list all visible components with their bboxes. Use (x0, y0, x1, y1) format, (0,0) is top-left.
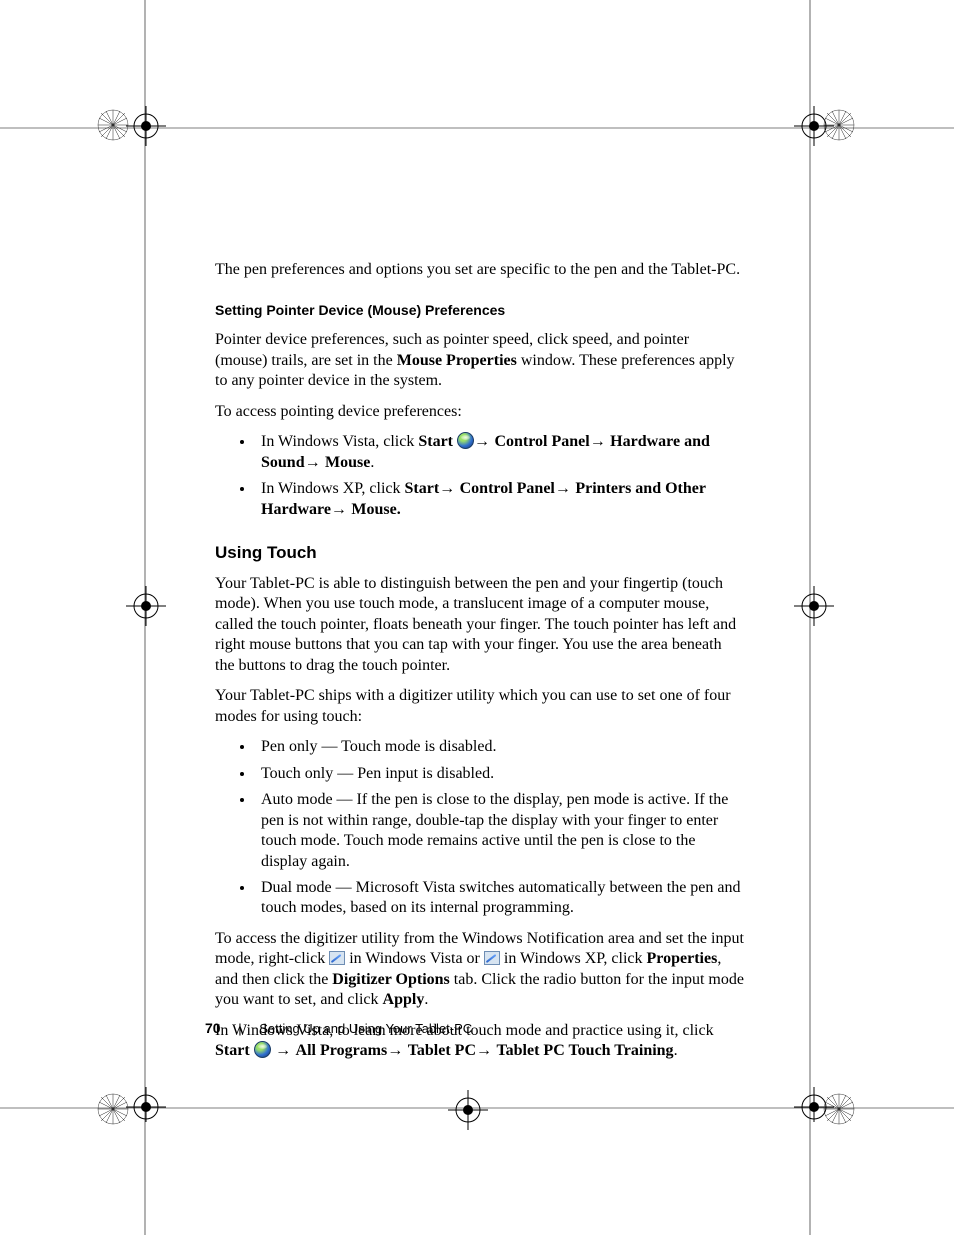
digitizer-pen-icon (484, 951, 500, 965)
text-bold: Mouse Properties (397, 352, 517, 369)
list-item: Pen only — Touch mode is disabled. (255, 737, 745, 757)
text: . (370, 454, 374, 471)
text-bold: Digitizer Options (332, 971, 449, 988)
page-number: 70 (205, 1020, 221, 1036)
digitizer-pen-icon (329, 951, 345, 965)
paragraph: To access the digitizer utility from the… (215, 929, 745, 1011)
list-item: Touch only — Pen input is disabled. (255, 764, 745, 784)
paragraph: Your Tablet-PC ships with a digitizer ut… (215, 686, 745, 727)
text: In Windows Vista, click (261, 433, 418, 450)
arrow: → (590, 433, 610, 450)
list-item: Dual mode — Microsoft Vista switches aut… (255, 878, 745, 919)
text-bold: Apply (383, 991, 425, 1008)
text-bold: Control Panel (460, 480, 555, 497)
paragraph: Pointer device preferences, such as poin… (215, 330, 745, 391)
text: in Windows Vista or (345, 950, 484, 967)
paragraph: Your Tablet-PC is able to distinguish be… (215, 574, 745, 676)
page-content: The pen preferences and options you set … (215, 260, 745, 1072)
corner-ornament (96, 108, 130, 142)
bullet-list: In Windows Vista, click Start → Control … (215, 432, 745, 520)
chapter-title: Setting Up and Using Your Tablet-PC (259, 1021, 472, 1036)
subheading-pointer-device: Setting Pointer Device (Mouse) Preferenc… (215, 302, 745, 320)
text-bold: Control Panel (494, 433, 589, 450)
text: In Windows XP, click (261, 480, 405, 497)
arrow: → (387, 1042, 407, 1059)
arrow: → (555, 480, 575, 497)
text-bold: Mouse (325, 454, 370, 471)
text: . (424, 991, 428, 1008)
text-bold: Tablet PC Touch Training (496, 1042, 673, 1059)
corner-ornament (96, 1092, 130, 1126)
list-item: In Windows Vista, click Start → Control … (255, 432, 745, 473)
windows-start-orb-icon (457, 432, 474, 449)
arrow: → (476, 1042, 496, 1059)
arrow: → (271, 1042, 296, 1059)
text-bold: Start (418, 433, 457, 450)
text-bold: Tablet PC (408, 1042, 476, 1059)
page-footer: 70 | Setting Up and Using Your Tablet-PC (205, 1020, 765, 1036)
paragraph: To access pointing device preferences: (215, 402, 745, 422)
list-item: Auto mode — If the pen is close to the d… (255, 790, 745, 872)
registration-mark (86, 566, 166, 646)
heading-using-touch: Using Touch (215, 542, 745, 564)
intro-paragraph: The pen preferences and options you set … (215, 260, 745, 280)
footer-separator: | (238, 1021, 241, 1036)
windows-start-orb-icon (254, 1041, 271, 1058)
list-item: In Windows XP, click Start→ Control Pane… (255, 479, 745, 520)
bullet-list: Pen only — Touch mode is disabled. Touch… (215, 737, 745, 919)
text-bold: Properties (647, 950, 718, 967)
text: . (674, 1042, 678, 1059)
corner-ornament (822, 108, 856, 142)
text-bold: Mouse. (351, 501, 400, 518)
registration-mark (774, 566, 854, 646)
corner-ornament (822, 1092, 856, 1126)
arrow: → (305, 454, 325, 471)
arrow: → (474, 433, 494, 450)
text-bold: All Programs (296, 1042, 388, 1059)
registration-mark (428, 1080, 508, 1160)
text: in Windows XP, click (500, 950, 647, 967)
arrow: → (331, 501, 351, 518)
text-bold: Start (405, 480, 440, 497)
text-bold: Start (215, 1042, 254, 1059)
arrow: → (439, 480, 459, 497)
